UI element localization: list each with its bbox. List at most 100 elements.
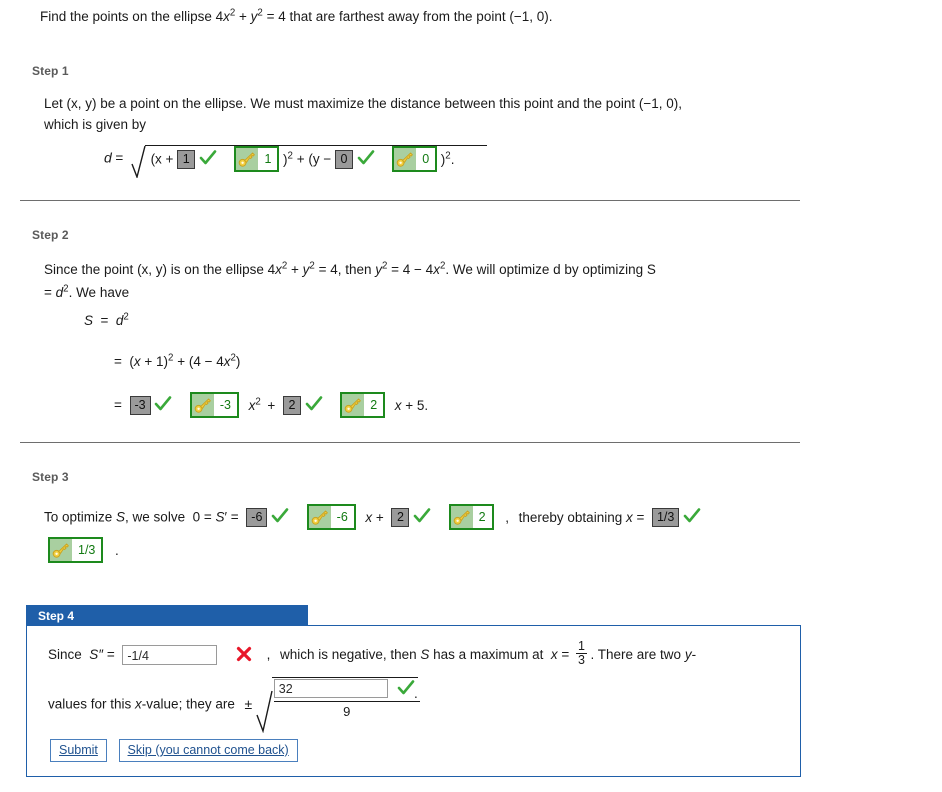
step-3-key-1[interactable]: -6 — [306, 504, 356, 530]
formula-plus-term: + (y − — [292, 151, 335, 167]
problem-text-part-2: + — [235, 9, 251, 24]
step-3-line-1: To optimize S, we solve 0 = S′ = -6 -6 x… — [44, 504, 701, 530]
step-2-key-2[interactable]: 2 — [340, 392, 386, 418]
check-icon — [357, 149, 375, 167]
step-2-key-1-value: -3 — [213, 394, 238, 416]
key-icon — [342, 394, 365, 416]
step-2-line-2: = d2. We have — [44, 283, 130, 300]
key-icon — [50, 539, 72, 561]
exercise-page: Find the points on the ellipse 4x2 + y2 … — [0, 0, 942, 792]
check-icon — [199, 149, 217, 167]
step-1-line-2: which is given by — [44, 117, 147, 132]
check-icon — [305, 395, 323, 413]
step-4-since: Since S″ = — [48, 647, 115, 663]
step-1-answer-1[interactable]: 1 — [177, 149, 196, 169]
check-icon — [413, 507, 431, 525]
step-2-key-1[interactable]: -3 — [189, 392, 240, 418]
step-2-key-2-value: 2 — [364, 394, 384, 416]
step-2-term-2: x + 5. — [394, 397, 429, 413]
step-3-key-2[interactable]: 2 — [448, 504, 494, 530]
check-icon — [397, 679, 415, 697]
step-2-equation-1: S = d2 — [84, 311, 129, 328]
problem-var-x: x — [223, 9, 230, 24]
step-4-line2-prefix: values for this x-value; they are — [48, 696, 235, 712]
radical-sign-icon — [131, 145, 146, 180]
key-glyph — [396, 152, 414, 167]
step-4-fraction-one-third: 1 3 — [575, 639, 587, 668]
step-1-key-1-value: 1 — [258, 148, 278, 170]
step-2-text-a: Since the point (x, y) is on the ellipse… — [44, 262, 276, 277]
key-icon — [450, 506, 473, 528]
step-2-equation-3: = -3 -3 x2 + 2 2 x + 5. — [114, 392, 428, 418]
step-3-line-2: 1/3 . — [48, 537, 119, 563]
step-3-key-3-value: 1/3 — [72, 539, 102, 561]
step-3-label: Step 3 — [32, 470, 69, 484]
step-2-label: Step 2 — [32, 228, 69, 242]
step-3-suffix: thereby obtaining x = — [518, 509, 645, 525]
step-1-label: Step 1 — [32, 64, 69, 78]
step-2-answer-1[interactable]: -3 — [129, 395, 151, 415]
step-1-separator — [20, 200, 800, 201]
formula-close-paren-1: )2 — [283, 150, 293, 167]
key-glyph — [194, 398, 211, 413]
key-glyph — [52, 543, 69, 558]
step-2-line-1: Since the point (x, y) is on the ellipse… — [44, 260, 656, 277]
step-1-formula: d = (x + 1 1 )2 + (y − 0 0)2. — [104, 142, 487, 180]
step-4-buttons: Submit Skip (you cannot come back) — [50, 739, 298, 762]
formula-equals: = — [115, 150, 124, 166]
check-icon — [154, 395, 172, 413]
formula-d-label: d — [104, 149, 112, 166]
step-1-line-1: Let (x, y) be a point on the ellipse. We… — [44, 96, 682, 111]
step-4-plusminus: ± — [244, 696, 253, 712]
step-2-answer-2[interactable]: 2 — [282, 395, 301, 415]
step-4-radical: 32 9 — [256, 677, 420, 734]
formula-open-paren-1: (x + — [150, 151, 178, 167]
step-4-input-radicand[interactable]: 32 — [273, 679, 388, 698]
fraction-numerator: 1 — [577, 639, 585, 653]
step-1-key-1[interactable]: 1 — [234, 146, 280, 172]
key-glyph — [453, 510, 470, 525]
skip-button[interactable]: Skip (you cannot come back) — [118, 739, 298, 762]
step-3-key-3[interactable]: 1/3 — [48, 537, 104, 563]
key-glyph — [239, 152, 256, 167]
step-4-line2-period: . — [414, 686, 418, 701]
problem-statement: Find the points on the ellipse 4x2 + y2 … — [40, 6, 552, 27]
step-2-text-c: = 4 − 4 — [387, 262, 434, 277]
step-4-tail-text: . There are two y- — [590, 647, 697, 663]
step-2-term-1: x2 — [248, 396, 261, 413]
key-icon — [308, 506, 331, 528]
radical-bar — [144, 145, 487, 146]
sqrt-expression: (x + 1 1 )2 + (y − 0 0)2. — [131, 142, 487, 180]
cross-icon — [235, 645, 253, 663]
fraction-denominator: 3 — [575, 653, 587, 668]
step-4-header: Step 4 — [26, 605, 308, 625]
check-icon — [271, 507, 289, 525]
step-4-fraction-group: 32 9 — [273, 679, 420, 719]
radical-sign-icon — [256, 690, 273, 734]
step-1-key-2[interactable]: 0 — [392, 146, 438, 172]
step-3-period: . — [115, 542, 119, 558]
key-glyph — [311, 510, 328, 525]
step-4-input-s-double-prime[interactable]: -1/4 — [122, 644, 218, 665]
formula-close-paren-2: )2. — [440, 150, 455, 167]
step-2-eq3-equals: = — [114, 397, 122, 413]
radical-bar — [271, 677, 418, 678]
step-2-eq1-exponent: 2 — [123, 311, 129, 323]
step-4-comma: , — [266, 647, 271, 663]
key-icon — [236, 148, 259, 170]
step-4-denominator: 9 — [343, 704, 351, 719]
step-3-mid: x + — [365, 509, 384, 525]
step-3-answer-1[interactable]: -6 — [246, 507, 268, 527]
submit-button[interactable]: Submit — [50, 739, 107, 762]
step-3-answer-2[interactable]: 2 — [391, 507, 410, 527]
key-icon — [394, 148, 417, 170]
step-3-comma: , — [505, 509, 510, 525]
problem-text-part-3: = 4 that are farthest away from the poin… — [262, 9, 553, 24]
step-2-text-d: . We will optimize d by optimizing S — [445, 262, 656, 277]
step-2-plus: + — [267, 397, 276, 413]
step-1-answer-2[interactable]: 0 — [334, 149, 353, 169]
check-icon — [683, 507, 701, 525]
step-3-answer-3[interactable]: 1/3 — [651, 507, 680, 527]
step-2-separator — [20, 442, 800, 443]
step-4-line-2: values for this x-value; they are ± 32 9… — [48, 677, 420, 734]
